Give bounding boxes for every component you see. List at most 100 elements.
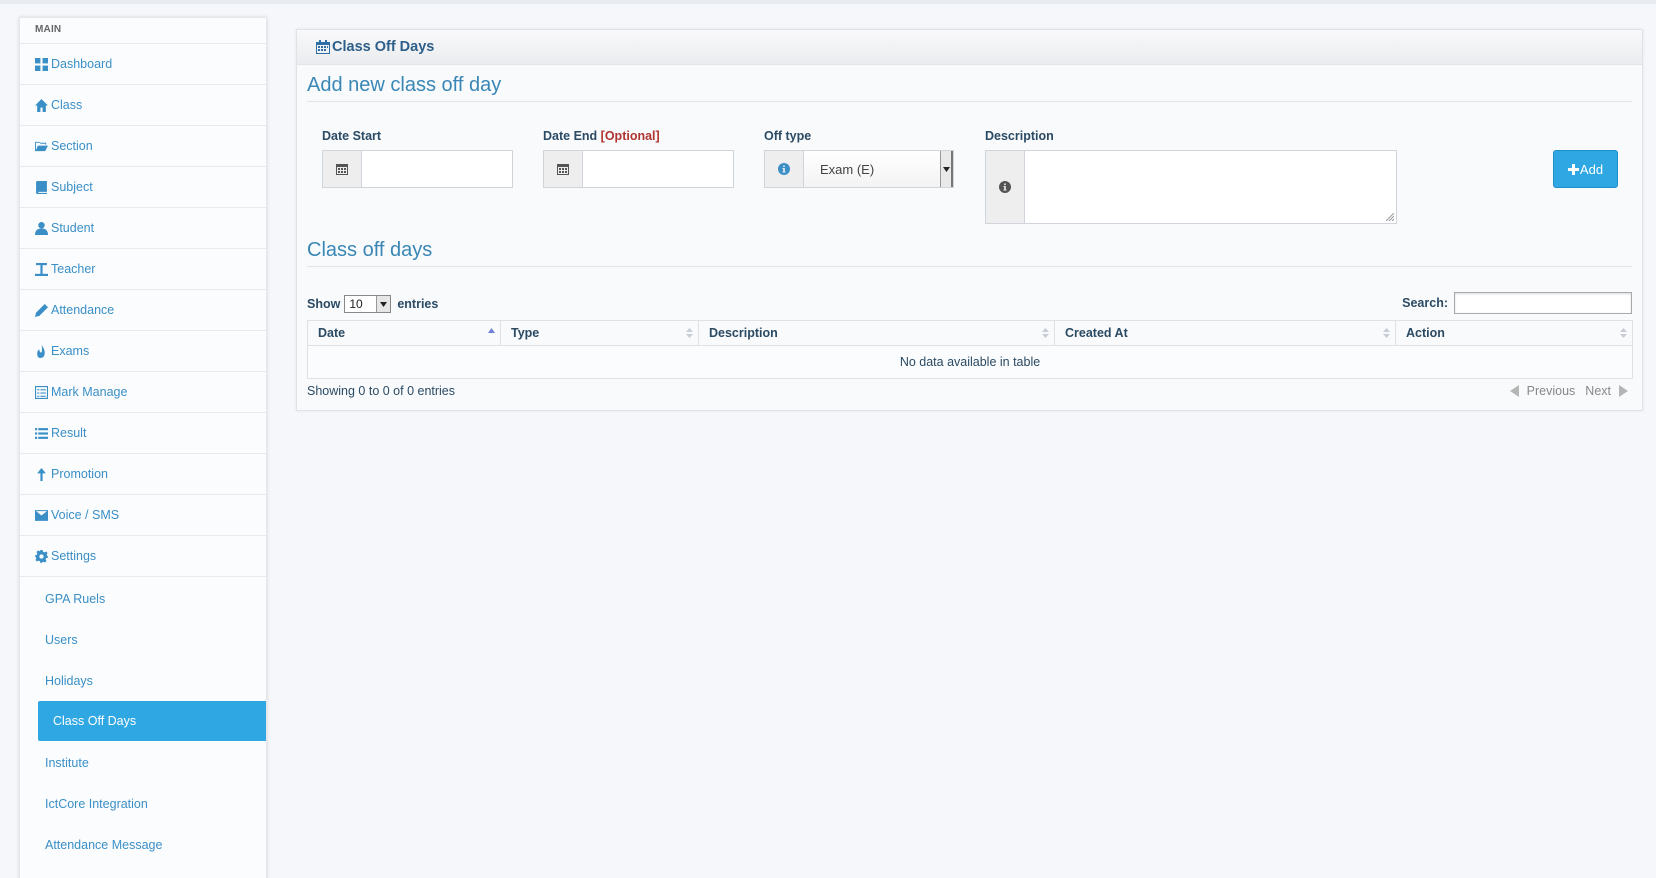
arrow-right-icon <box>1619 385 1628 397</box>
sidebar-item-label: Subject <box>51 180 93 194</box>
submenu-item-gpa-rules[interactable]: GPA Ruels <box>20 578 266 619</box>
entries-label: entries <box>397 297 439 311</box>
add-button-label: Add <box>1579 161 1604 177</box>
date-start-input[interactable] <box>362 151 512 187</box>
pencil-icon <box>35 303 51 317</box>
info-icon <box>986 151 1025 223</box>
sidebar-item-section[interactable]: Section <box>20 125 266 166</box>
table-row: No data available in table <box>307 345 1633 379</box>
add-button[interactable]: Add <box>1553 150 1618 188</box>
submenu-item-ictcore-integration[interactable]: IctCore Integration <box>20 783 266 824</box>
sidebar-header: MAIN <box>35 24 62 35</box>
sort-asc-icon <box>488 328 495 333</box>
sidebar-item-label: Mark Manage <box>51 385 128 399</box>
info-icon <box>765 151 804 187</box>
fire-icon <box>35 344 51 358</box>
table-info: Showing 0 to 0 of 0 entries <box>307 384 456 398</box>
sidebar-item-label: Promotion <box>51 467 108 481</box>
sidebar-item-dashboard[interactable]: Dashboard <box>20 43 266 84</box>
column-header-date[interactable]: Date <box>307 320 501 346</box>
column-header-action[interactable]: Action <box>1395 320 1633 346</box>
sidebar-item-voice-sms[interactable]: Voice / SMS <box>20 494 266 535</box>
sidebar-item-result[interactable]: Result <box>20 412 266 453</box>
off-type-label: Off type <box>764 129 812 143</box>
sidebar-item-label: Attendance <box>51 303 115 317</box>
sort-icon <box>1620 328 1627 338</box>
resize-grip-icon[interactable] <box>1386 213 1394 221</box>
submenu-item-holidays[interactable]: Holidays <box>20 660 266 701</box>
folder-open-icon <box>35 140 51 153</box>
description-textarea[interactable] <box>1025 151 1396 223</box>
page-length-value: 10 <box>349 297 363 311</box>
sidebar-item-label: Dashboard <box>51 57 113 71</box>
list-icon <box>35 427 51 440</box>
sidebar-item-teacher[interactable]: Teacher <box>20 248 266 289</box>
chevron-down-icon <box>376 296 391 312</box>
dashboard-icon <box>35 57 51 71</box>
sort-icon <box>686 328 693 338</box>
gear-icon <box>35 549 51 563</box>
sidebar: MAIN Dashboard Class Section Subject Stu… <box>19 17 267 878</box>
settings-submenu: GPA Ruels Users Holidays Class Off Days … <box>20 576 266 865</box>
submenu-item-institute[interactable]: Institute <box>20 742 266 783</box>
next-button[interactable]: Next <box>1585 384 1629 398</box>
submenu-item-attendance-message[interactable]: Attendance Message <box>20 824 266 865</box>
sort-icon <box>1042 328 1049 338</box>
sidebar-item-class[interactable]: Class <box>20 84 266 125</box>
calendar-icon <box>316 40 330 54</box>
optional-tag: [Optional] <box>600 129 660 143</box>
date-start-group <box>322 150 513 188</box>
sort-icon <box>1383 328 1390 338</box>
page-length-control: Show 10 entries <box>307 295 438 313</box>
show-label: Show <box>307 297 341 311</box>
sidebar-item-label: Teacher <box>51 262 96 276</box>
sidebar-item-promotion[interactable]: Promotion <box>20 453 266 494</box>
column-header-type[interactable]: Type <box>500 320 699 346</box>
sidebar-item-label: Settings <box>51 549 97 563</box>
book-icon <box>35 180 51 194</box>
arrow-up-icon <box>35 467 51 481</box>
sidebar-item-student[interactable]: Student <box>20 207 266 248</box>
sidebar-item-label: Voice / SMS <box>51 508 120 522</box>
date-end-label-text: Date End <box>543 129 598 143</box>
off-type-select[interactable]: Exam (E) <box>804 151 953 187</box>
pagination: Previous Next <box>1509 384 1629 398</box>
panel-title: Class Off Days <box>332 39 435 55</box>
off-type-group: Exam (E) <box>764 150 954 188</box>
search-input[interactable] <box>1454 292 1632 314</box>
chevron-down-icon[interactable] <box>940 151 953 187</box>
sidebar-item-subject[interactable]: Subject <box>20 166 266 207</box>
sidebar-item-label: Exams <box>51 344 90 358</box>
class-off-days-panel: Class Off Days Add new class off day Dat… <box>296 29 1643 411</box>
sidebar-item-mark-manage[interactable]: Mark Manage <box>20 371 266 412</box>
calendar-icon <box>323 151 362 187</box>
text-cursor-icon <box>35 262 51 276</box>
sidebar-item-settings[interactable]: Settings <box>20 535 266 576</box>
previous-button[interactable]: Previous <box>1509 384 1575 398</box>
calendar-icon <box>544 151 583 187</box>
sidebar-item-label: Result <box>51 426 87 440</box>
column-header-description[interactable]: Description <box>698 320 1055 346</box>
panel-header: Class Off Days <box>297 30 1642 65</box>
home-icon <box>35 98 51 112</box>
date-end-label: Date End [Optional] <box>543 129 660 143</box>
list-alt-icon <box>35 385 51 399</box>
date-end-input[interactable] <box>583 151 733 187</box>
class-off-days-table: Date Type Description Created At Action <box>307 320 1633 379</box>
envelope-icon <box>35 509 51 522</box>
submenu-item-class-off-days[interactable]: Class Off Days <box>38 701 266 741</box>
date-start-label: Date Start <box>322 129 382 143</box>
column-header-created-at[interactable]: Created At <box>1054 320 1396 346</box>
sidebar-item-label: Student <box>51 221 95 235</box>
sidebar-item-exams[interactable]: Exams <box>20 330 266 371</box>
empty-table-message: No data available in table <box>307 345 1633 379</box>
sidebar-item-attendance[interactable]: Attendance <box>20 289 266 330</box>
list-title: Class off days <box>307 239 1632 267</box>
submenu-item-users[interactable]: Users <box>20 619 266 660</box>
description-label: Description <box>985 129 1054 143</box>
page-length-select[interactable]: 10 <box>344 295 392 313</box>
sidebar-item-label: Section <box>51 139 93 153</box>
search-label: Search: <box>1402 296 1448 310</box>
user-icon <box>35 221 51 235</box>
description-group <box>985 150 1397 224</box>
